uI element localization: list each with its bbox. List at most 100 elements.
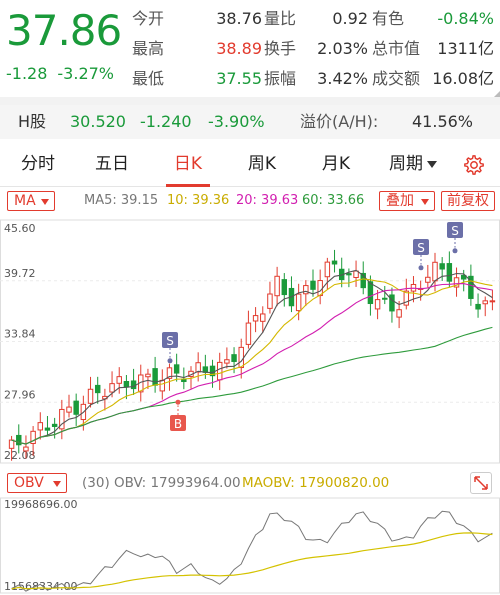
candle-body — [331, 260, 338, 265]
y-axis-label: 27.96 — [4, 388, 36, 401]
candle-body — [44, 427, 51, 431]
tab-monthly-k[interactable]: 月K — [306, 145, 366, 187]
sell-marker[interactable]: S — [447, 222, 463, 254]
quote-stats-grid: 今开 38.76 量比 0.92 有色 -0.84% 最高 38.89 换手 2… — [132, 4, 496, 94]
ma20-value: 20: 39.63 — [236, 193, 299, 208]
candle-body — [23, 446, 29, 452]
marker-dot — [418, 265, 424, 271]
h-share-price: 30.520 — [70, 112, 126, 131]
candle-body — [216, 361, 223, 381]
candle-body — [152, 368, 158, 386]
candle-body — [267, 293, 273, 309]
stat-value: 1311亿 — [437, 39, 494, 58]
candle-body — [439, 263, 445, 270]
marker-label: S — [451, 224, 459, 238]
candle-body — [382, 297, 388, 300]
divider — [0, 97, 500, 105]
ma10-value: 10: 39.36 — [167, 193, 230, 208]
adjust-button[interactable]: 前复权 — [441, 191, 495, 211]
gear-icon — [464, 155, 484, 175]
y-axis-label: 39.72 — [4, 267, 36, 280]
maobv-value: MAOBV: 17900820.00 — [242, 475, 390, 491]
candle-body — [281, 279, 288, 296]
candle-body — [489, 300, 496, 303]
candle-body — [245, 322, 252, 345]
tab-five-day[interactable]: 五日 — [82, 145, 142, 187]
obv-chart: 19968696.0011568334.00 — [0, 497, 500, 594]
candle-body — [475, 303, 481, 310]
candle-body — [130, 380, 137, 390]
tab-weekly-k[interactable]: 周K — [232, 145, 292, 187]
stat-label: 换手 — [264, 39, 297, 58]
kline-chart[interactable]: 45.60 39.72 33.84 27.96 22.08 S B S S — [0, 210, 500, 468]
candle-body — [37, 422, 44, 431]
candle-body — [310, 280, 316, 290]
ma5-value: MA5: 39.15 — [84, 193, 159, 208]
candle-body — [432, 261, 438, 282]
sell-marker[interactable]: S — [162, 332, 178, 364]
chevron-down-icon — [40, 199, 49, 205]
y-axis-label: 33.84 — [4, 328, 36, 341]
chevron-down-icon — [52, 481, 61, 487]
sub-indicator-select[interactable]: OBV — [7, 473, 67, 493]
stat-label: 总市值 — [372, 39, 421, 58]
candle-body — [425, 276, 431, 283]
tab-period-dropdown[interactable]: 周期 — [378, 145, 448, 187]
stat-value: 37.55 — [216, 69, 262, 88]
change-amount: -1.28 — [6, 64, 48, 83]
candle-body — [482, 300, 488, 305]
marker-dot — [452, 248, 458, 254]
candle-body — [66, 406, 72, 413]
candle-body — [252, 315, 259, 322]
fullscreen-button[interactable] — [470, 472, 492, 494]
h-share-change: -1.240 — [140, 112, 192, 131]
quote-row: 最低 37.55 振幅 3.42% 成交额 16.08亿 — [132, 64, 496, 94]
obv-line — [11, 510, 493, 592]
premium-value: 41.56% — [412, 112, 474, 131]
candle-body — [173, 364, 180, 374]
candle-body — [389, 294, 395, 312]
chevron-down-icon — [427, 160, 437, 168]
candle-body — [94, 384, 101, 394]
candle-body — [260, 313, 266, 322]
marker-dot — [167, 358, 173, 364]
sector-link[interactable]: 有色 — [372, 4, 404, 34]
h-share-change-pct: -3.90% — [208, 112, 265, 131]
sell-marker[interactable]: S — [413, 239, 429, 271]
candle-body — [274, 275, 280, 297]
buy-marker[interactable]: B — [170, 399, 186, 431]
h-share-label: H股 — [18, 112, 47, 131]
chevron-down-icon — [421, 199, 429, 205]
price-change: -1.28 -3.27% — [6, 64, 114, 83]
stat-value: 3.42% — [317, 69, 368, 88]
settings-button[interactable] — [456, 145, 492, 187]
stat-label: 量比 — [264, 9, 297, 28]
quote-row: 今开 38.76 量比 0.92 有色 -0.84% — [132, 4, 496, 34]
overlay-button[interactable]: 叠加 — [379, 191, 435, 211]
stat-value: 0.92 — [332, 9, 368, 28]
obv-top-label: 19968696.00 — [4, 498, 77, 511]
candle-body — [123, 381, 130, 388]
candle-body — [238, 346, 244, 369]
indicator-select[interactable]: MA — [7, 191, 55, 211]
candle-body — [159, 379, 166, 392]
change-percent: -3.27% — [57, 64, 115, 83]
candle-body — [295, 293, 302, 312]
stat-label: 最低 — [132, 69, 165, 88]
stat-label: 振幅 — [264, 69, 297, 88]
candle-body — [346, 273, 352, 276]
h-share-bar[interactable]: H股 30.520 -1.240 -3.90% 溢价(A/H): 41.56% — [0, 105, 500, 139]
stat-value: 38.89 — [216, 39, 262, 58]
expand-icon — [474, 476, 488, 490]
last-price: 37.86 — [6, 6, 122, 55]
candle-body — [8, 439, 15, 449]
candle-body — [87, 388, 94, 404]
tab-daily-k[interactable]: 日K — [158, 145, 218, 187]
tab-intraday[interactable]: 分时 — [8, 145, 68, 187]
candle-body — [303, 285, 309, 295]
period-tabs: 分时 五日 日K 周K 月K 周期 — [0, 145, 500, 187]
candle-body — [231, 354, 237, 362]
candle-body — [324, 261, 331, 278]
candle-body — [374, 299, 381, 310]
candle-body — [51, 423, 58, 427]
